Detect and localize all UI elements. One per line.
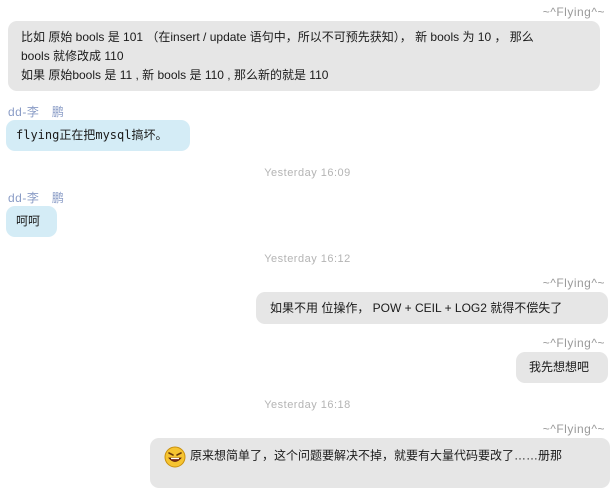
timestamp: Yesterday 16:12: [264, 253, 351, 265]
message-text: 我先想想吧: [529, 360, 590, 374]
message-text: 原来想简单了，这个问题要解决不掉，就要有大量代码要改了……册那: [190, 448, 563, 463]
sender-name: ~^Flying^~: [542, 5, 605, 19]
message-text: flying正在把mysql搞坏。: [16, 128, 168, 142]
message-line: 比如 原始 bools 是 101 （在insert / update 语句中，…: [21, 30, 534, 44]
sender-name: dd-李 鹏: [8, 105, 65, 119]
laughing-emoji-icon: [164, 446, 186, 468]
sender-name: ~^Flying^~: [542, 276, 605, 290]
message-text: 如果不用 位操作， POW + CEIL + LOG2 就得不偿失了: [270, 301, 563, 315]
sender-name: ~^Flying^~: [542, 422, 605, 436]
message-bubble[interactable]: 我先想想吧: [516, 352, 608, 383]
message-bubble[interactable]: flying正在把mysql搞坏。: [6, 120, 190, 151]
message-line: 如果 原始bools 是 11 , 新 bools 是 110 , 那么新的就是…: [21, 68, 329, 82]
timestamp: Yesterday 16:09: [264, 167, 351, 179]
message-bubble[interactable]: 比如 原始 bools 是 101 （在insert / update 语句中，…: [8, 21, 600, 91]
message-line: bools 就修改成 110: [21, 49, 124, 63]
message-bubble[interactable]: 如果不用 位操作， POW + CEIL + LOG2 就得不偿失了: [256, 292, 608, 324]
message-bubble[interactable]: 呵呵: [6, 206, 57, 237]
message-text: 呵呵: [16, 214, 41, 228]
sender-name: dd-李 鹏: [8, 191, 65, 205]
sender-name: ~^Flying^~: [542, 336, 605, 350]
message-bubble[interactable]: 原来想简单了，这个问题要解决不掉，就要有大量代码要改了……册那: [150, 438, 610, 488]
timestamp: Yesterday 16:18: [264, 399, 351, 411]
